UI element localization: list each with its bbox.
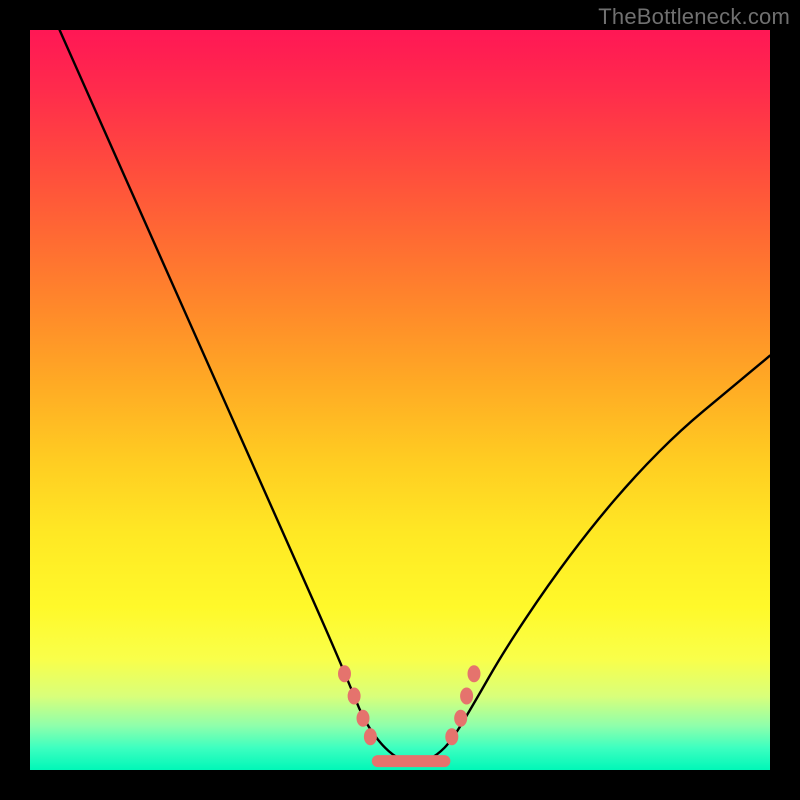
curve-dot <box>364 728 377 745</box>
curve-dot <box>468 665 481 682</box>
curve-dot <box>445 728 458 745</box>
curve-dot <box>454 710 467 727</box>
curve-dot <box>338 665 351 682</box>
watermark-text: TheBottleneck.com <box>598 4 790 30</box>
curve-layer <box>30 30 770 770</box>
dot-layer <box>338 665 481 745</box>
curve-dot <box>348 688 361 705</box>
curve-dot <box>357 710 370 727</box>
chart-frame: TheBottleneck.com <box>0 0 800 800</box>
curve-dot <box>460 688 473 705</box>
bottleneck-curve <box>60 30 770 763</box>
plot-area <box>30 30 770 770</box>
